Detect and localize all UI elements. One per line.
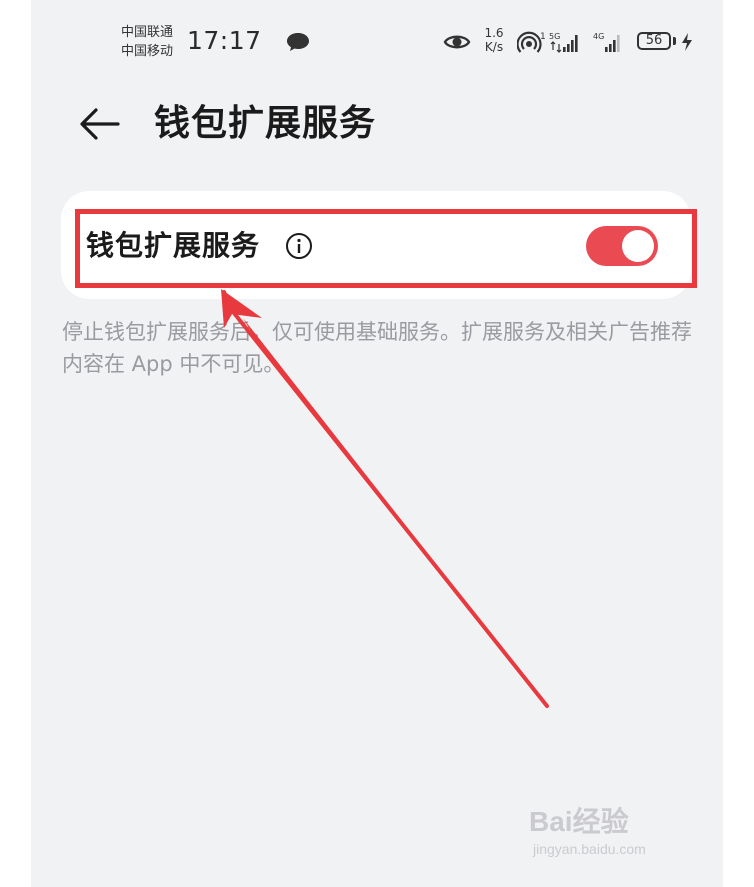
carrier-names: 中国联通 中国移动 [121, 23, 173, 61]
page-title: 钱包扩展服务 [154, 103, 377, 144]
watermark-url: jingyan.baidu.com [533, 841, 646, 857]
battery-cap [673, 37, 676, 45]
back-arrow-icon[interactable] [78, 104, 124, 144]
charging-icon [682, 33, 692, 51]
signal-4g-icon: 4G [593, 32, 620, 52]
net-speed-value: 1.6 [484, 26, 504, 40]
carrier-1: 中国联通 [121, 25, 174, 40]
setting-description: 停止钱包扩展服务后，仅可使用基础服务。扩展服务及相关广告推荐内容在 App 中不… [62, 320, 692, 376]
sim2-network-type: 4G [593, 32, 604, 41]
net-speed-unit: K/s [484, 40, 504, 54]
watermark-brand: Bai经验 [529, 806, 629, 837]
phone-screen: 中国联通 中国移动 17:17 1.6 K/s 1 5G 4G 56 钱包扩展服… [31, 0, 723, 887]
battery-icon: 56 [637, 32, 671, 50]
sim1-network-type: 5G [549, 32, 560, 41]
message-icon [287, 33, 309, 51]
signal-5g-icon: 5G [549, 32, 578, 53]
watermark: Bai经验 jingyan.baidu.com [529, 805, 679, 865]
annotation-highlight-box [75, 209, 697, 288]
hotspot-icon: 1 [517, 31, 545, 53]
carrier-2: 中国移动 [121, 44, 174, 59]
network-speed: 1.6 K/s [481, 26, 507, 54]
hotspot-count: 1 [540, 32, 545, 42]
eye-icon [443, 35, 471, 49]
status-time: 17:17 [187, 26, 262, 55]
status-bar: 中国联通 中国移动 17:17 1.6 K/s 1 5G 4G 56 [31, 0, 723, 88]
